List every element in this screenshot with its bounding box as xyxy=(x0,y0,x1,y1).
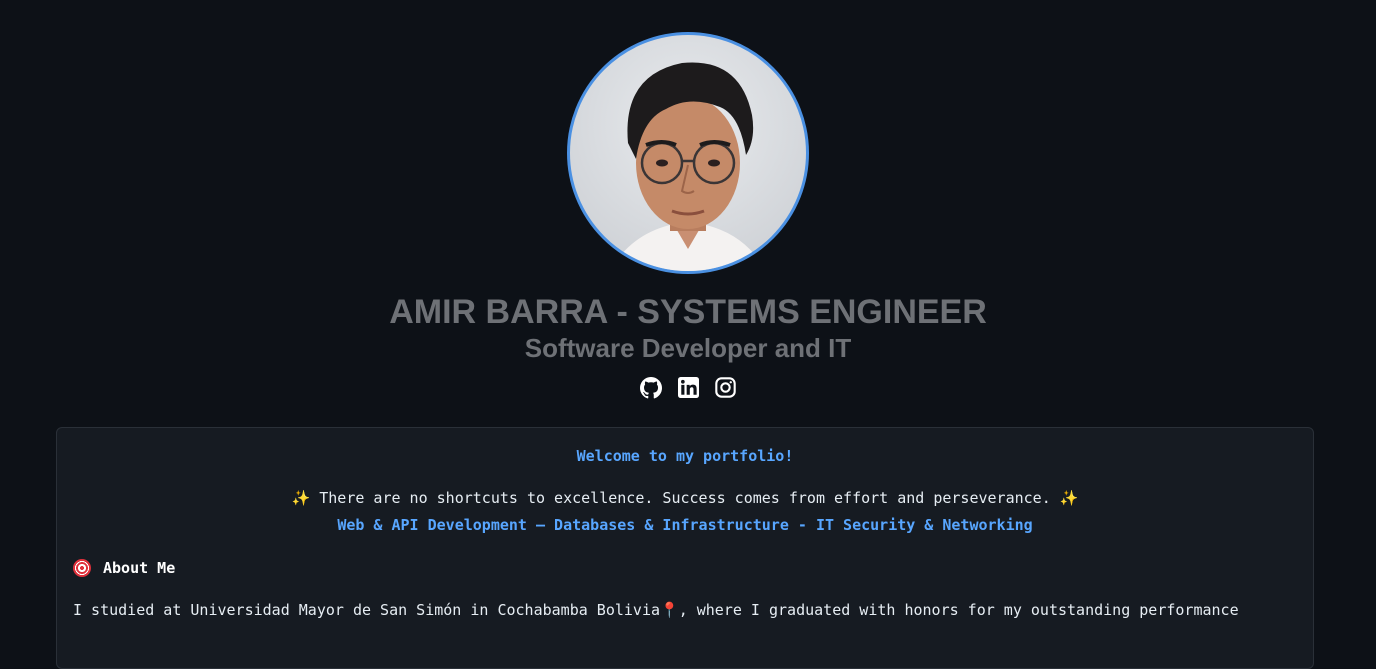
profile-avatar xyxy=(567,32,809,274)
linkedin-icon xyxy=(677,377,699,398)
page-title: AMIR BARRA - SYSTEMS ENGINEER xyxy=(389,293,987,331)
about-me-text: I studied at Universidad Mayor de San Si… xyxy=(73,601,1239,619)
about-text-start: I studied at Universidad Mayor de San Si… xyxy=(73,601,660,619)
about-me-label: About Me xyxy=(103,559,176,577)
profile-header: AMIR BARRA - SYSTEMS ENGINEER Software D… xyxy=(0,0,1376,399)
welcome-text: Welcome to my portfolio! xyxy=(576,447,794,465)
avatar-portrait xyxy=(610,62,766,271)
about-text-end: , where I graduated with honors for my o… xyxy=(678,601,1239,619)
instagram-link[interactable] xyxy=(714,376,737,399)
motto-line: ✨ There are no shortcuts to excellence. … xyxy=(57,489,1313,507)
github-link[interactable] xyxy=(640,376,663,399)
location-pin-icon: 📍 xyxy=(660,601,679,619)
motto-text: There are no shortcuts to excellence. Su… xyxy=(319,489,1051,507)
social-links xyxy=(640,376,737,399)
page-subtitle: Software Developer and IT xyxy=(524,333,852,363)
sparkle-icon: ✨ xyxy=(291,489,311,507)
readme-card: Welcome to my portfolio! ✨ There are no … xyxy=(56,427,1314,669)
skills-line: Web & API Development – Databases & Infr… xyxy=(337,516,1033,534)
instagram-icon xyxy=(714,377,736,398)
about-me-heading: About Me xyxy=(73,559,175,577)
linkedin-link[interactable] xyxy=(677,376,700,399)
sparkle-icon: ✨ xyxy=(1059,489,1079,507)
target-icon xyxy=(73,559,91,577)
github-icon xyxy=(640,376,662,398)
